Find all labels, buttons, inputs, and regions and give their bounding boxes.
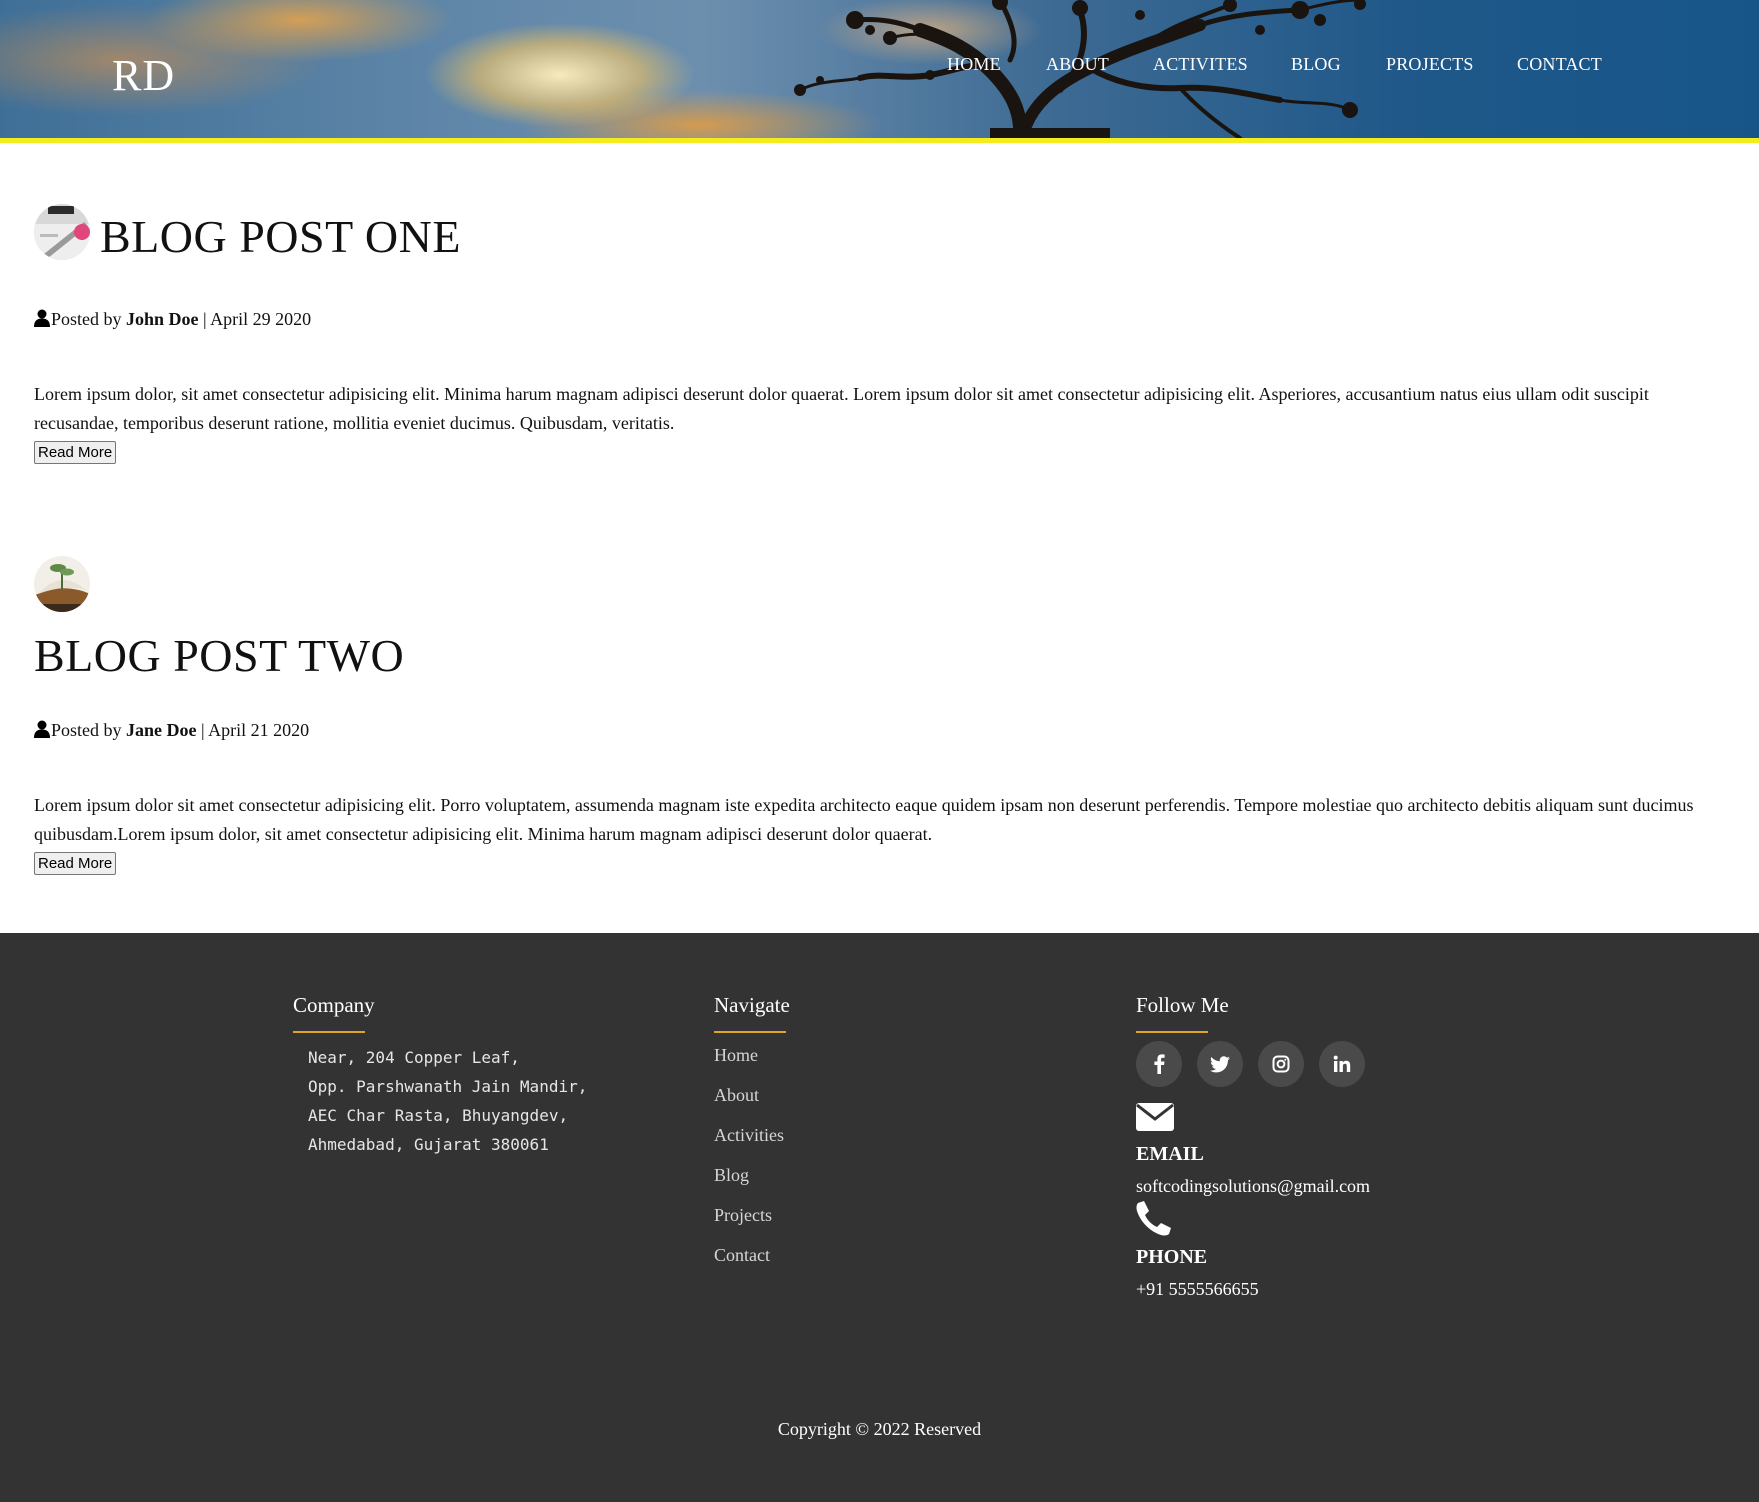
- read-more-button[interactable]: Read More: [34, 852, 117, 875]
- footer-link-contact[interactable]: Contact: [714, 1245, 770, 1266]
- meta-separator: |: [201, 720, 205, 740]
- post-thumbnail-image: [34, 204, 90, 260]
- nav-contact[interactable]: CONTACT: [1517, 54, 1602, 75]
- address-line: Near, 204 Copper Leaf,: [308, 1048, 520, 1067]
- address-line: Ahmedabad, Gujarat 380061: [308, 1135, 549, 1154]
- blog-post: BLOG POST ONE: [34, 204, 1734, 260]
- site-logo[interactable]: RD: [112, 50, 175, 101]
- post-date: April 21 2020: [208, 720, 310, 740]
- footer-link-about[interactable]: About: [714, 1085, 759, 1106]
- copyright-text: Copyright © 2022 Reserved: [777, 1419, 982, 1439]
- post-author: John Doe: [126, 309, 199, 329]
- excerpt-line: Lorem ipsum dolor, sit amet consectetur …: [34, 384, 1649, 404]
- read-more-button[interactable]: Read More: [34, 441, 117, 464]
- footer-link-projects[interactable]: Projects: [714, 1205, 772, 1226]
- post-author: Jane Doe: [126, 720, 197, 740]
- footer-link-activities[interactable]: Activities: [714, 1125, 784, 1146]
- follow-heading: Follow Me: [1136, 993, 1229, 1017]
- instagram-icon[interactable]: [1258, 1041, 1304, 1087]
- excerpt-line: Lorem ipsum dolor sit amet consectetur a…: [34, 795, 1694, 815]
- site-header: RD HOME ABOUT ACTIVITES BLOG PROJECTS CO…: [0, 0, 1759, 143]
- post-meta: Posted by John Doe | April 29 2020: [34, 309, 311, 330]
- user-icon: [34, 720, 50, 738]
- excerpt-line: recusandae, temporibus deserunt ratione,…: [34, 413, 675, 433]
- nav-activities[interactable]: ACTIVITES: [1153, 54, 1248, 75]
- nav-home[interactable]: HOME: [947, 54, 1001, 75]
- company-heading: Company: [293, 993, 375, 1017]
- meta-separator: |: [203, 309, 207, 329]
- email-value[interactable]: softcodingsolutions@gmail.com: [1136, 1176, 1370, 1197]
- email-label: EMAIL: [1136, 1143, 1204, 1165]
- envelope-icon: [1136, 1103, 1174, 1131]
- facebook-icon[interactable]: [1136, 1041, 1182, 1087]
- address-line: Opp. Parshwanath Jain Mandir,: [308, 1077, 588, 1096]
- phone-value[interactable]: +91 5555566655: [1136, 1279, 1259, 1300]
- post-title: BLOG POST TWO: [34, 630, 405, 681]
- footer-link-blog[interactable]: Blog: [714, 1165, 749, 1186]
- post-thumbnail-image: [34, 556, 90, 612]
- posted-by-label: Posted by: [51, 309, 122, 329]
- heading-underline: [714, 1031, 786, 1033]
- post-meta: Posted by Jane Doe | April 21 2020: [34, 720, 309, 741]
- heading-underline: [1136, 1031, 1208, 1033]
- footer-link-home[interactable]: Home: [714, 1045, 758, 1066]
- navigate-heading: Navigate: [714, 993, 790, 1017]
- posted-by-label: Posted by: [51, 720, 122, 740]
- post-excerpt: Lorem ipsum dolor sit amet consectetur a…: [34, 791, 1734, 849]
- excerpt-line: quibusdam.Lorem ipsum dolor, sit amet co…: [34, 824, 933, 844]
- nav-projects[interactable]: PROJECTS: [1386, 54, 1474, 75]
- phone-icon: [1136, 1201, 1171, 1236]
- linkedin-icon[interactable]: [1319, 1041, 1365, 1087]
- user-icon: [34, 309, 50, 327]
- heading-underline: [293, 1031, 365, 1033]
- post-title: BLOG POST ONE: [100, 211, 461, 262]
- post-excerpt: Lorem ipsum dolor, sit amet consectetur …: [34, 380, 1734, 438]
- phone-label: PHONE: [1136, 1246, 1208, 1268]
- nav-about[interactable]: ABOUT: [1046, 54, 1109, 75]
- address-line: AEC Char Rasta, Bhuyangdev,: [308, 1106, 569, 1125]
- nav-blog[interactable]: BLOG: [1291, 54, 1341, 75]
- twitter-icon[interactable]: [1197, 1041, 1243, 1087]
- post-date: April 29 2020: [210, 309, 312, 329]
- company-address: Near, 204 Copper Leaf, Opp. Parshwanath J…: [308, 1043, 587, 1159]
- site-footer: Company Near, 204 Copper Leaf, Opp. Parsh…: [0, 933, 1759, 1502]
